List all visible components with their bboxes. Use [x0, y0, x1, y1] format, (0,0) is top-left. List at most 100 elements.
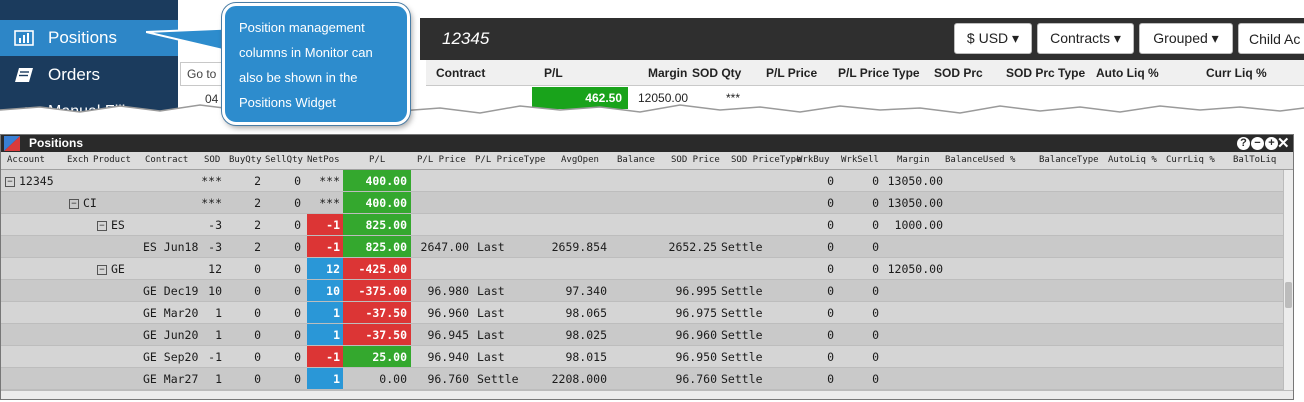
column-header[interactable]: Balance [617, 155, 655, 165]
column-header[interactable]: Curr Liq % [1206, 66, 1267, 80]
column-header[interactable]: Contract [436, 66, 485, 80]
collapse-toggle-icon[interactable]: − [5, 177, 15, 187]
column-header[interactable]: SOD PriceType [731, 155, 801, 165]
pl-cell: 400.00 [365, 196, 407, 210]
horizontal-scrollbar[interactable] [1, 390, 1293, 399]
collapse-toggle-icon[interactable]: − [69, 199, 79, 209]
pl-pricetype-cell: Last [477, 328, 505, 342]
margin-cell: 13050.00 [887, 174, 943, 188]
avgopen-cell: 2208.000 [551, 372, 607, 386]
column-header[interactable]: BuyQty [229, 155, 262, 165]
tree-node[interactable]: −12345 [5, 174, 54, 188]
table-row[interactable]: GE Sep20 -1 0 0 -1 25.00 96.940 Last 98.015 96.95… [1, 346, 1283, 368]
avgopen-cell: 97.340 [565, 284, 607, 298]
margin-cell: 13050.00 [887, 196, 943, 210]
column-header[interactable]: Margin [648, 66, 687, 80]
positions-widget: Positions ? − + ✕ Account Exch Product Cont… [0, 134, 1294, 400]
orders-icon [15, 68, 33, 82]
table-row[interactable]: −12345 *** 2 0 *** 400.00 0 0 13050.00 [1, 170, 1283, 192]
currency-dropdown[interactable]: $ USD ▾ [954, 23, 1032, 54]
torn-edge-divider [0, 104, 1304, 118]
column-header[interactable]: BalToLiq [1233, 155, 1276, 165]
tree-node[interactable]: − GE [97, 262, 125, 276]
avgopen-cell: 98.025 [565, 328, 607, 342]
tree-node[interactable]: − CI [69, 196, 97, 210]
child-accounts-dropdown[interactable]: Child Ac [1238, 23, 1304, 54]
pl-cell: -425.00 [358, 262, 407, 276]
column-header[interactable]: BalanceType [1039, 155, 1099, 165]
column-header[interactable]: SOD Prc [934, 66, 983, 80]
pl-pricetype-cell: Last [477, 240, 505, 254]
sidebar-item-orders[interactable]: Orders [0, 57, 178, 93]
table-row[interactable]: GE Dec19 10 0 0 10 -375.00 96.980 Last 97.340 96.… [1, 280, 1283, 302]
column-header[interactable]: BalanceUsed % [945, 155, 1015, 165]
column-header[interactable]: P/L PriceType [475, 155, 545, 165]
column-header[interactable]: AvgOpen [561, 155, 599, 165]
table-row[interactable]: ES Jun18 -3 2 0 -1 825.00 2647.00 Last 2659.854 2… [1, 236, 1283, 258]
account-title: 12345 [442, 29, 490, 48]
table-row[interactable]: − CI *** 2 0 *** 400.00 0 0 13050.00 [1, 192, 1283, 214]
table-row[interactable]: − GE 12 0 0 12 -425.00 0 0 12050.00 [1, 258, 1283, 280]
help-icon[interactable]: ? [1237, 137, 1250, 150]
pl-price-cell: 96.980 [427, 284, 469, 298]
sidebar-item-label: Orders [48, 65, 100, 84]
sod-price-cell: 96.975 [675, 306, 717, 320]
callout-bubble: Position management columns in Monitor c… [222, 3, 410, 125]
avgopen-cell: 98.065 [565, 306, 607, 320]
grouped-dropdown[interactable]: Grouped ▾ [1139, 23, 1233, 54]
sod-price-cell: 96.760 [675, 372, 717, 386]
vertical-scrollbar[interactable] [1283, 170, 1293, 390]
column-header[interactable]: Contract [145, 155, 188, 165]
column-header[interactable]: WrkBuy [797, 155, 830, 165]
account-toolbar: 12345 $ USD ▾ Contracts ▾ Grouped ▾ Chil… [420, 18, 1304, 60]
tree-label: 12345 [19, 174, 54, 188]
table-row[interactable]: GE Jun20 1 0 0 1 -37.50 96.945 Last 98.025 96.960… [1, 324, 1283, 346]
sod-price-cell: 96.960 [675, 328, 717, 342]
column-header[interactable]: SOD [204, 155, 220, 165]
scrollbar-thumb[interactable] [1285, 282, 1292, 308]
column-header[interactable]: NetPos [307, 155, 340, 165]
pl-price-cell: 96.945 [427, 328, 469, 342]
widget-title: Positions [29, 136, 84, 150]
column-header[interactable]: Product [93, 155, 131, 165]
column-header[interactable]: SOD Price [671, 155, 720, 165]
widget-title-bar[interactable]: Positions ? − + ✕ [1, 135, 1293, 152]
column-header[interactable]: SOD Prc Type [1006, 66, 1085, 80]
column-header[interactable]: P/L Price Type [838, 66, 920, 80]
pl-price-cell: 96.960 [427, 306, 469, 320]
column-header[interactable]: P/L [369, 155, 385, 165]
positions-table: −12345 *** 2 0 *** 400.00 0 0 13050.00− CI *** 2 0 **… [1, 170, 1283, 390]
wrksell-cell: 0 [872, 372, 879, 386]
table-row[interactable]: GE Mar27 1 0 0 1 0.00 96.760 Settle 2208.000 96.7… [1, 368, 1283, 390]
column-header[interactable]: Auto Liq % [1096, 66, 1159, 80]
app-logo-icon [4, 136, 20, 151]
tree-label: CI [83, 196, 97, 210]
pl-cell: 400.00 [365, 174, 407, 188]
wrksell-cell: 0 [872, 306, 879, 320]
column-header-row: Account Exch Product Contract SOD BuyQty SellQ… [1, 152, 1293, 170]
column-header[interactable]: P/L Price [766, 66, 817, 80]
column-header[interactable]: P/L Price [417, 155, 466, 165]
pl-pricetype-cell: Last [477, 284, 505, 298]
column-header[interactable]: Exch [67, 155, 89, 165]
collapse-toggle-icon[interactable]: − [97, 265, 107, 275]
monitor-panel: Positions Orders Manual Fills « Go to 04… [0, 0, 1304, 118]
column-header[interactable]: P/L [544, 66, 563, 80]
column-header[interactable]: CurrLiq % [1166, 155, 1215, 165]
monitor-grid-header: Contract P/L Margin SOD Qty P/L Price P/… [426, 60, 1304, 86]
column-header[interactable]: Margin [897, 155, 930, 165]
goto-input[interactable]: Go to [180, 62, 226, 86]
column-header[interactable]: SellQty [265, 155, 303, 165]
column-header[interactable]: AutoLiq % [1108, 155, 1157, 165]
close-icon[interactable]: ✕ [1277, 134, 1290, 152]
contracts-dropdown[interactable]: Contracts ▾ [1037, 23, 1134, 54]
column-header[interactable]: WrkSell [841, 155, 879, 165]
collapse-toggle-icon[interactable]: − [97, 221, 107, 231]
tree-node[interactable]: − ES [97, 218, 125, 232]
minimize-icon[interactable]: − [1251, 137, 1264, 150]
table-row[interactable]: − ES -3 2 0 -1 825.00 0 0 1000.00 [1, 214, 1283, 236]
column-header[interactable]: Account [7, 155, 45, 165]
pl-price-cell: 2647.00 [420, 240, 469, 254]
table-row[interactable]: GE Mar20 1 0 0 1 -37.50 96.960 Last 98.065 96.975… [1, 302, 1283, 324]
column-header[interactable]: SOD Qty [692, 66, 741, 80]
